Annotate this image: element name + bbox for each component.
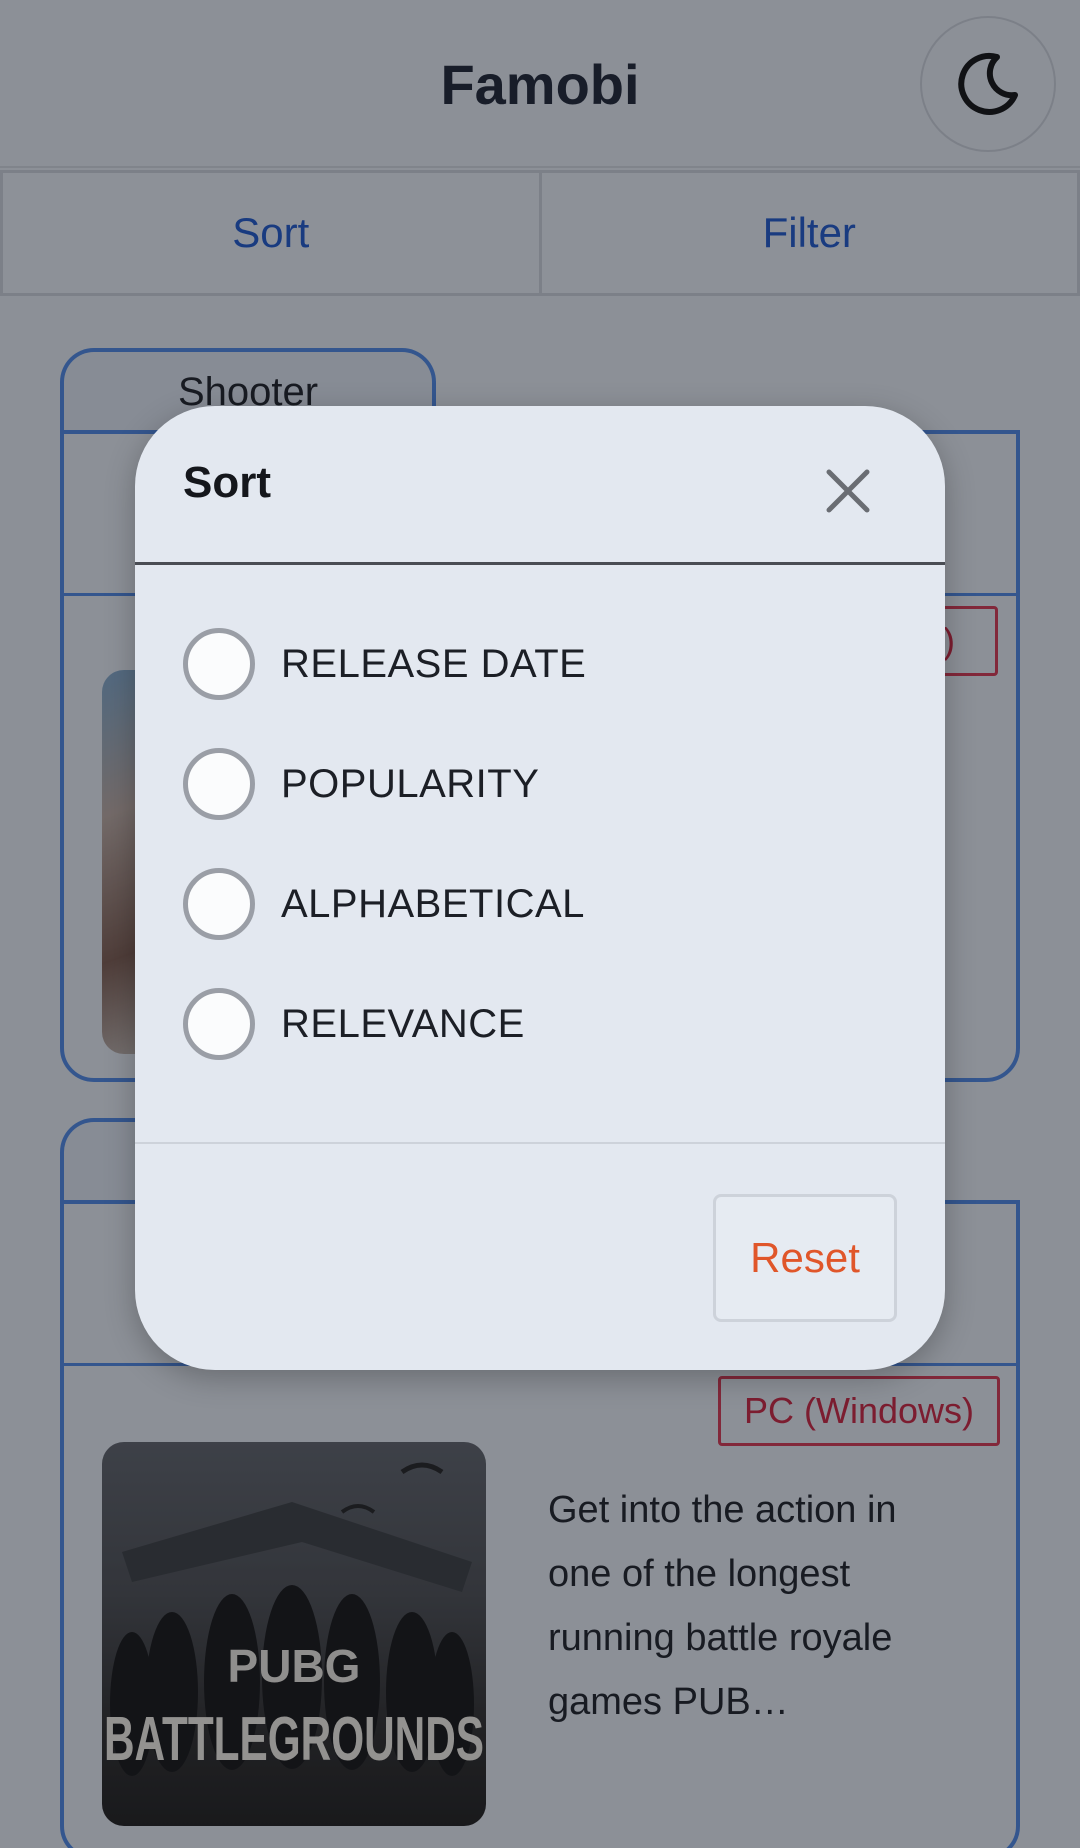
sort-option-popularity[interactable]: POPULARITY xyxy=(183,746,883,822)
option-label: RELEASE DATE xyxy=(281,641,587,686)
sort-option-alphabetical[interactable]: ALPHABETICAL xyxy=(183,866,883,942)
option-label: POPULARITY xyxy=(281,761,540,806)
sort-option-release-date[interactable]: RELEASE DATE xyxy=(183,626,883,702)
dialog-divider xyxy=(135,562,945,565)
radio-button[interactable] xyxy=(183,988,255,1060)
radio-button[interactable] xyxy=(183,868,255,940)
radio-button[interactable] xyxy=(183,628,255,700)
reset-button[interactable]: Reset xyxy=(713,1194,897,1322)
dialog-title: Sort xyxy=(183,458,271,507)
sort-option-relevance[interactable]: RELEVANCE xyxy=(183,986,883,1062)
close-icon xyxy=(826,469,870,513)
close-button[interactable] xyxy=(825,468,871,514)
option-label: RELEVANCE xyxy=(281,1001,525,1046)
dialog-footer-divider xyxy=(135,1142,945,1144)
option-label: ALPHABETICAL xyxy=(281,881,585,926)
sort-dialog: Sort RELEASE DATE POPULARITY ALPHABETICA… xyxy=(135,406,945,1370)
radio-button[interactable] xyxy=(183,748,255,820)
